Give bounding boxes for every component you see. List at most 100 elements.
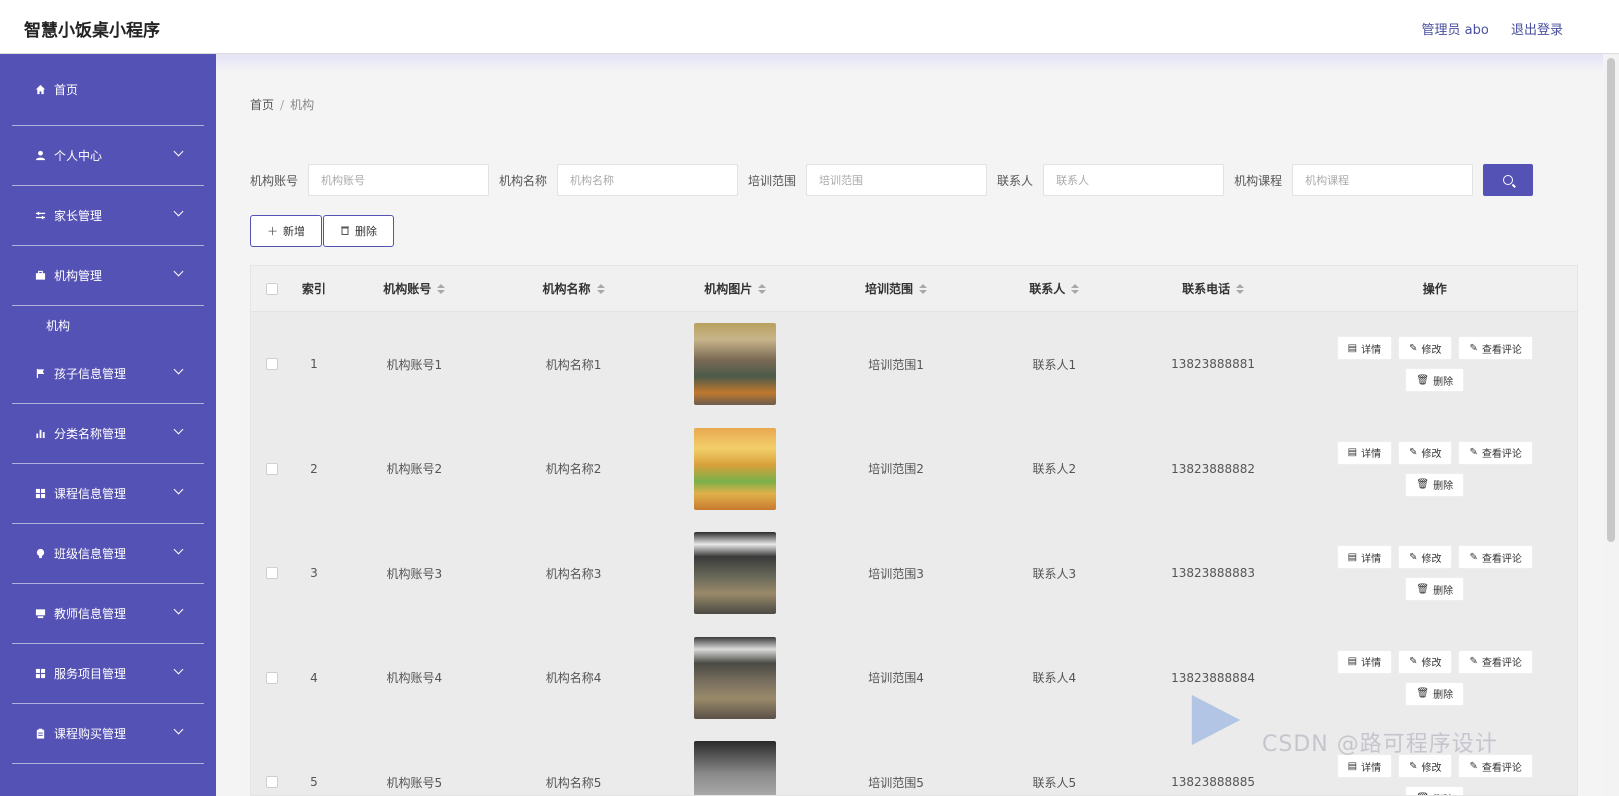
sidebar-item-home[interactable]: 首页	[12, 54, 204, 126]
view-reviews-button[interactable]: ✎ 查看评论	[1458, 545, 1533, 570]
home-icon	[34, 84, 46, 96]
row-range: 培训范围5	[868, 775, 924, 790]
row-name: 机构名称3	[545, 566, 602, 581]
sidebar-item-label: 机构管理	[54, 269, 103, 283]
col-account[interactable]: 机构账号	[335, 266, 494, 311]
name-search-input[interactable]: 机构名称	[557, 164, 739, 196]
trash-icon	[340, 225, 350, 238]
sort-icon[interactable]	[919, 283, 928, 294]
flag-icon	[34, 368, 46, 380]
col-name[interactable]: 机构名称	[494, 266, 654, 311]
delete-button[interactable]: 🗑删除	[1405, 368, 1465, 393]
sidebar-subitem-institution[interactable]: 机构	[12, 306, 204, 344]
institution-image[interactable]	[694, 427, 777, 510]
col-phone[interactable]: 联系电话	[1134, 266, 1293, 311]
search-button[interactable]	[1483, 164, 1534, 196]
col-contact[interactable]: 联系人	[975, 266, 1134, 311]
institution-image[interactable]	[694, 532, 777, 615]
edit-button[interactable]: ✎ 修改	[1398, 440, 1453, 465]
row-checkbox[interactable]	[265, 358, 278, 371]
delete-button[interactable]: 🗑删除	[1405, 786, 1465, 795]
view-reviews-button[interactable]: ✎ 查看评论	[1458, 336, 1533, 361]
trash-icon: 🗑	[1416, 583, 1430, 595]
sort-icon[interactable]	[1071, 283, 1080, 294]
page-scrollbar[interactable]	[1603, 54, 1619, 796]
action-bar: ＋ 新增 删除	[250, 215, 395, 247]
col-range[interactable]: 培训范围	[817, 266, 975, 311]
plus-icon: ＋	[267, 225, 278, 238]
detail-button[interactable]: ▤ 详情	[1336, 336, 1393, 361]
row-checkbox[interactable]	[265, 462, 278, 475]
account-search-input[interactable]: 机构账号	[308, 164, 490, 196]
row-contact: 联系人1	[1032, 357, 1077, 372]
delete-button[interactable]: 🗑删除	[1405, 472, 1465, 497]
view-reviews-button[interactable]: ✎ 查看评论	[1458, 649, 1533, 674]
detail-button[interactable]: ▤ 详情	[1336, 545, 1393, 570]
bulk-delete-button[interactable]: 删除	[323, 215, 394, 247]
breadcrumb-separator: /	[280, 98, 285, 112]
institution-table: 索引 机构账号 机构名称 机构图片 培训范围 联系人 联系电话 操作 1 机构账…	[250, 265, 1578, 796]
edit-button[interactable]: ✎ 修改	[1398, 649, 1453, 674]
sidebar-item-label: 课程购买管理	[54, 727, 127, 741]
scrollbar-thumb[interactable]	[1607, 58, 1615, 542]
institution-image[interactable]	[694, 741, 777, 795]
add-button[interactable]: ＋ 新增	[250, 215, 322, 247]
main-content: 首页 / 机构 机构账号 机构账号 机构名称 机构名称 培训范围 培训范围 联系人 …	[216, 54, 1603, 796]
delete-button-label: 删除	[355, 225, 377, 238]
col-image[interactable]: 机构图片	[653, 266, 817, 311]
sort-icon[interactable]	[1236, 283, 1245, 294]
institution-image[interactable]	[694, 323, 777, 406]
admin-label[interactable]: 管理员 abo	[1422, 23, 1489, 38]
chevron-down-icon	[173, 724, 184, 735]
sidebar-item-profile[interactable]: 个人中心	[12, 126, 204, 186]
row-account: 机构账号2	[386, 462, 443, 477]
sliders-icon	[34, 210, 46, 222]
sidebar-item-institutions[interactable]: 机构管理	[12, 246, 204, 306]
row-range: 培训范围2	[868, 462, 924, 477]
breadcrumb-home[interactable]: 首页	[250, 98, 274, 112]
sidebar-item-classes[interactable]: 班级信息管理	[12, 524, 204, 584]
sort-icon[interactable]	[437, 283, 446, 294]
row-account: 机构账号4	[386, 671, 443, 686]
contact-search-input[interactable]: 联系人	[1043, 164, 1225, 196]
breadcrumb: 首页 / 机构	[250, 96, 314, 113]
sidebar-item-parents[interactable]: 家长管理	[12, 186, 204, 246]
sidebar-item-purchases[interactable]: 课程购买管理	[12, 704, 204, 764]
select-all-checkbox[interactable]	[265, 282, 278, 295]
watermark: CSDN @路可程序设计	[1262, 732, 1498, 757]
row-name: 机构名称4	[545, 671, 602, 686]
trash-icon: 🗑	[1416, 374, 1430, 386]
view-reviews-button[interactable]: ✎ 查看评论	[1458, 440, 1533, 465]
row-checkbox[interactable]	[265, 776, 278, 789]
row-phone: 13823888882	[1171, 461, 1256, 476]
delete-button[interactable]: 🗑删除	[1405, 577, 1465, 602]
detail-button[interactable]: ▤ 详情	[1336, 649, 1393, 674]
document-icon: ▤	[1347, 656, 1358, 668]
sort-icon[interactable]	[596, 283, 605, 294]
sidebar-item-children[interactable]: 孩子信息管理	[12, 344, 204, 404]
edit-icon: ✎	[1469, 447, 1478, 459]
edit-button[interactable]: ✎ 修改	[1398, 545, 1453, 570]
logout-link[interactable]: 退出登录	[1511, 23, 1563, 38]
row-checkbox[interactable]	[265, 671, 278, 684]
table-row: 1 机构账号1 机构名称1 培训范围1 联系人1 13823888881 ▤ 详情…	[251, 312, 1577, 417]
row-index: 2	[310, 461, 318, 476]
row-checkbox[interactable]	[265, 567, 278, 580]
sort-icon[interactable]	[758, 283, 767, 294]
delete-button[interactable]: 🗑删除	[1405, 681, 1465, 706]
course-search-input[interactable]: 机构课程	[1292, 164, 1474, 196]
sidebar: 首页 个人中心 家长管理 机构管理 机构 孩子信息管理 分类名称管理 课程信息管…	[0, 54, 216, 796]
detail-button[interactable]: ▤ 详情	[1336, 440, 1393, 465]
sidebar-item-teachers[interactable]: 教师信息管理	[12, 584, 204, 644]
edit-icon: ✎	[1469, 342, 1478, 354]
trash-icon: 🗑	[1416, 688, 1430, 700]
edit-button[interactable]: ✎ 修改	[1398, 336, 1453, 361]
filter-label-contact: 联系人	[997, 173, 1034, 188]
range-search-input[interactable]: 培训范围	[806, 164, 988, 196]
bulb-icon	[34, 548, 46, 560]
document-icon: ▤	[1347, 342, 1358, 354]
sidebar-item-services[interactable]: 服务项目管理	[12, 644, 204, 704]
sidebar-item-courses[interactable]: 课程信息管理	[12, 464, 204, 524]
institution-image[interactable]	[694, 636, 777, 719]
sidebar-item-categories[interactable]: 分类名称管理	[12, 404, 204, 464]
